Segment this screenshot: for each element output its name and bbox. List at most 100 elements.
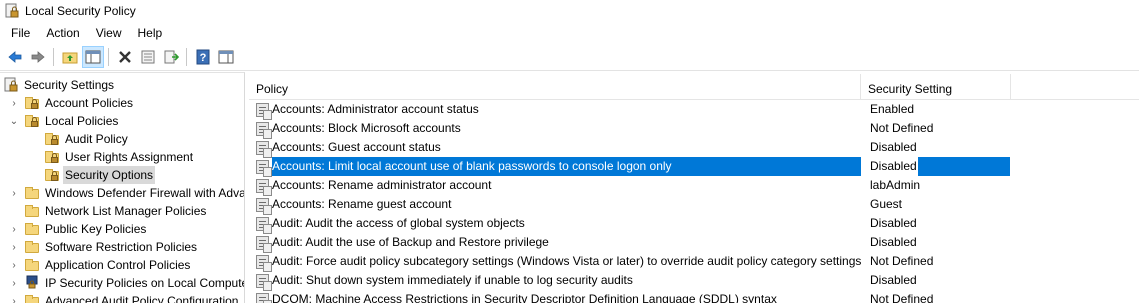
column-header-security-setting[interactable]: Security Setting	[861, 74, 1011, 100]
tree-item-security-options[interactable]: Security Options	[44, 166, 156, 184]
policy-setting: Disabled	[870, 273, 917, 287]
tree-item-network-list-manager[interactable]: Network List Manager Policies	[24, 202, 208, 220]
title-bar: Local Security Policy	[0, 0, 1139, 22]
policy-name: Audit: Audit the use of Backup and Resto…	[272, 235, 549, 249]
folder-icon	[24, 293, 40, 303]
console-tree: Security Settings › Account Policies ⌄ L…	[0, 72, 245, 303]
tree-item-label: Network List Manager Policies	[45, 204, 207, 218]
up-folder-icon[interactable]	[59, 46, 81, 68]
policy-setting: Guest	[870, 197, 903, 211]
menu-help[interactable]: Help	[130, 22, 171, 44]
menu-bar: File Action View Help	[0, 22, 1139, 44]
action-pane-icon[interactable]	[215, 46, 237, 68]
column-header-policy[interactable]: ˄ Policy	[249, 72, 861, 100]
policy-setting: Not Defined	[870, 292, 934, 303]
policy-row[interactable]: Audit: Audit the access of global system…	[249, 214, 1011, 234]
tree-item-user-rights-assignment[interactable]: User Rights Assignment	[44, 148, 195, 166]
policy-setting: Disabled	[870, 140, 917, 154]
folder-lock-icon	[44, 167, 60, 183]
policy-setting: Enabled	[870, 102, 915, 116]
tree-item-label: Software Restriction Policies	[45, 240, 198, 254]
window-title: Local Security Policy	[25, 4, 136, 18]
menu-action[interactable]: Action	[38, 22, 87, 44]
chevron-right-icon[interactable]: ›	[8, 256, 20, 274]
chevron-down-icon[interactable]: ⌄	[8, 112, 20, 130]
help-icon[interactable]: ?	[192, 46, 214, 68]
policy-row[interactable]: Accounts: Block Microsoft accounts Not D…	[249, 119, 1011, 139]
policy-name: Audit: Force audit policy subcategory se…	[272, 254, 862, 268]
policy-row-selected[interactable]: Accounts: Limit local account use of bla…	[249, 157, 1011, 177]
folder-lock-icon	[24, 113, 40, 129]
chevron-right-icon[interactable]: ›	[8, 220, 20, 238]
column-header-label: Policy	[256, 82, 289, 96]
menu-file[interactable]: File	[0, 22, 38, 44]
folder-icon	[24, 221, 40, 237]
chevron-right-icon[interactable]: ›	[8, 274, 20, 292]
delete-icon[interactable]	[114, 46, 136, 68]
policy-name: Accounts: Block Microsoft accounts	[272, 121, 461, 135]
chevron-right-icon[interactable]: ›	[8, 292, 20, 303]
policy-row[interactable]: Audit: Shut down system immediately if u…	[249, 271, 1011, 291]
tree-item-label: Audit Policy	[65, 132, 128, 146]
back-icon[interactable]	[4, 46, 26, 68]
tree-item-software-restriction-policies[interactable]: › Software Restriction Policies	[8, 238, 199, 256]
tree-item-account-policies[interactable]: › Account Policies	[8, 94, 135, 112]
export-list-icon[interactable]	[160, 46, 182, 68]
tree-item-ip-security-policies[interactable]: › IP Security Policies on Local Compute	[8, 274, 245, 292]
tree-item-security-settings[interactable]: Security Settings	[3, 76, 116, 94]
folder-icon	[24, 203, 40, 219]
policy-row[interactable]: Audit: Force audit policy subcategory se…	[249, 252, 1011, 272]
folder-icon	[24, 185, 40, 201]
tree-item-audit-policy[interactable]: Audit Policy	[44, 130, 130, 148]
local-security-policy-app-icon	[4, 3, 20, 19]
policy-list: ˄ Policy Security Setting Accounts: Admi…	[249, 72, 1139, 303]
policy-row[interactable]: Audit: Audit the use of Backup and Resto…	[249, 233, 1011, 253]
policy-row[interactable]: Accounts: Administrator account status E…	[249, 100, 1011, 120]
folder-lock-icon	[44, 131, 60, 147]
tree-item-label: Windows Defender Firewall with Adva	[45, 186, 245, 200]
toolbar-separator	[186, 48, 187, 66]
policy-name: Accounts: Administrator account status	[272, 102, 479, 116]
policy-icon	[255, 197, 272, 215]
show-hide-tree-icon[interactable]	[82, 46, 104, 68]
tree-item-label: Security Options	[63, 166, 156, 184]
sort-ascending-icon: ˄	[547, 72, 553, 75]
forward-icon[interactable]	[27, 46, 49, 68]
svg-text:?: ?	[200, 52, 207, 64]
policy-setting: Disabled	[870, 235, 917, 249]
policy-icon	[255, 102, 272, 120]
policy-setting: Not Defined	[870, 254, 934, 268]
tree-item-windows-defender-firewall[interactable]: › Windows Defender Firewall with Adva	[8, 184, 245, 202]
policy-icon	[255, 178, 272, 196]
policy-name: Accounts: Rename guest account	[272, 197, 452, 211]
toolbar: ?	[0, 44, 1139, 71]
menu-view[interactable]: View	[88, 22, 130, 44]
toolbar-separator	[53, 48, 54, 66]
policy-icon	[255, 273, 272, 291]
folder-icon	[24, 239, 40, 255]
tree-item-application-control-policies[interactable]: › Application Control Policies	[8, 256, 192, 274]
policy-icon	[255, 254, 272, 272]
properties-icon[interactable]	[137, 46, 159, 68]
policy-row[interactable]: Accounts: Guest account status Disabled	[249, 138, 1011, 158]
tree-item-public-key-policies[interactable]: › Public Key Policies	[8, 220, 148, 238]
folder-lock-icon	[44, 149, 60, 165]
chevron-right-icon[interactable]: ›	[8, 184, 20, 202]
policy-row[interactable]: Accounts: Rename administrator account l…	[249, 176, 1011, 196]
tree-item-label: IP Security Policies on Local Compute	[45, 276, 245, 290]
policy-row[interactable]: DCOM: Machine Access Restrictions in Sec…	[249, 290, 1011, 303]
policy-name: Accounts: Rename administrator account	[272, 178, 492, 192]
folder-lock-icon	[24, 95, 40, 111]
policy-icon	[255, 235, 272, 253]
tree-item-advanced-audit-policy[interactable]: › Advanced Audit Policy Configuration	[8, 292, 240, 303]
tree-item-local-policies[interactable]: ⌄ Local Policies	[8, 112, 120, 130]
tree-item-label: Public Key Policies	[45, 222, 147, 236]
chevron-right-icon[interactable]: ›	[8, 94, 20, 112]
policy-name: Audit: Shut down system immediately if u…	[272, 273, 633, 287]
policy-row[interactable]: Accounts: Rename guest account Guest	[249, 195, 1011, 215]
chevron-right-icon[interactable]: ›	[8, 238, 20, 256]
policy-name: Audit: Audit the access of global system…	[272, 216, 525, 230]
policy-icon	[255, 121, 272, 139]
folder-icon	[24, 257, 40, 273]
policy-setting: Disabled	[870, 216, 917, 230]
